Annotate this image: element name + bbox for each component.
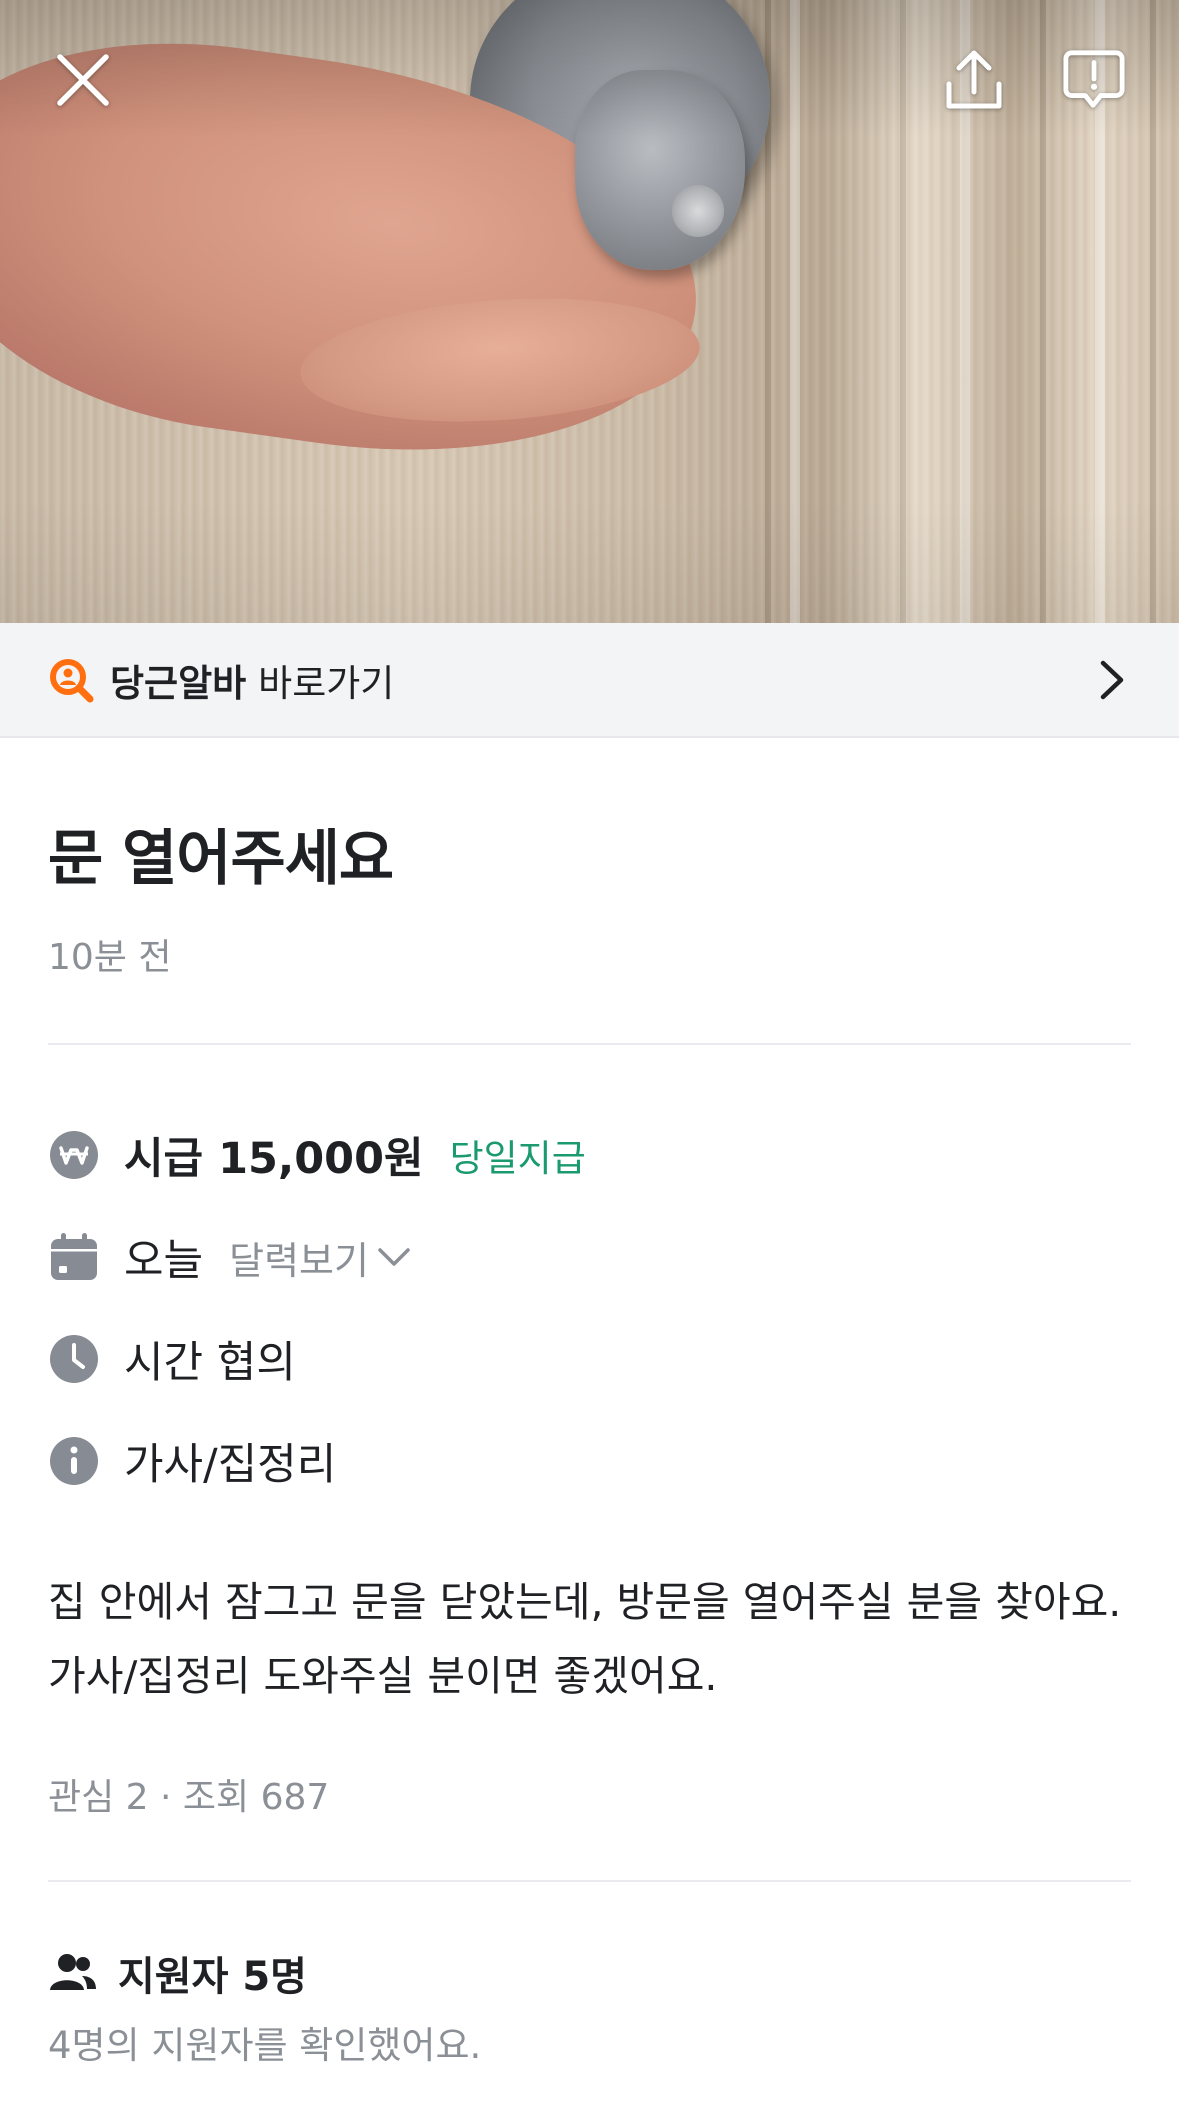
job-category: 가사/집정리 xyxy=(124,1440,337,1490)
close-icon xyxy=(57,54,109,106)
divider xyxy=(48,1043,1131,1045)
post-description: 집 안에서 잠그고 문을 닫았는데, 방문을 열어주실 분을 찾아요. 가사/집… xyxy=(48,1578,1122,1700)
calendar-icon xyxy=(51,1233,97,1280)
close-button[interactable] xyxy=(51,48,115,112)
post-title: 문 열어주세요 xyxy=(48,824,394,894)
share-icon xyxy=(946,50,1002,109)
wage-row: 시급 15,000원 당일지급 xyxy=(48,1124,586,1186)
applicants-count: 지원자 5명 xyxy=(118,1954,307,2000)
hours-row: 시간 협의 xyxy=(48,1328,296,1390)
chevron-right-icon xyxy=(1100,660,1124,700)
category-row: 가사/집정리 xyxy=(48,1430,336,1492)
chevron-down-icon xyxy=(378,1248,410,1266)
report-icon xyxy=(1063,50,1125,108)
albamon-shortcut-bar[interactable]: 당근알바 바로가기 xyxy=(0,623,1179,738)
info-icon xyxy=(50,1437,98,1485)
hourly-wage: 시급 15,000원 xyxy=(124,1134,424,1184)
shortcut-brand: 당근알바 xyxy=(110,661,247,705)
applicants-section[interactable]: 지원자 5명 xyxy=(48,1944,307,2002)
same-day-pay-badge: 당일지급 xyxy=(449,1137,586,1180)
post-stats: 관심 2 · 조회 687 xyxy=(48,1777,330,1818)
work-date: 오늘 xyxy=(124,1236,204,1286)
clock-icon xyxy=(50,1335,98,1383)
work-hours: 시간 협의 xyxy=(124,1338,296,1388)
post-photo[interactable] xyxy=(0,0,1179,623)
share-button[interactable] xyxy=(942,48,1006,112)
view-calendar-link[interactable]: 달력보기 xyxy=(229,1230,411,1285)
people-icon xyxy=(50,1954,96,1990)
date-row: 오늘 달력보기 xyxy=(48,1226,411,1288)
post-time: 10분 전 xyxy=(48,937,172,978)
magnifier-person-icon xyxy=(50,658,94,702)
report-button[interactable] xyxy=(1062,48,1126,112)
won-icon xyxy=(50,1131,98,1179)
applicants-checked-note: 4명의 지원자를 확인했어요. xyxy=(48,2024,482,2067)
view-calendar-label: 달력보기 xyxy=(229,1238,369,1283)
divider xyxy=(48,1880,1131,1882)
shortcut-label: 바로가기 xyxy=(258,661,395,705)
